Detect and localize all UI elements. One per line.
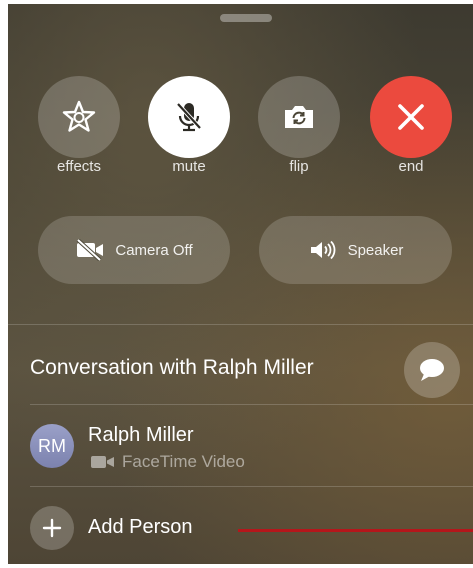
effects-button[interactable] [38,76,120,158]
speaker-wave-icon [310,240,335,260]
add-person-label[interactable]: Add Person [88,516,193,539]
mic-slash-icon [176,102,202,132]
mute-button[interactable] [148,76,230,158]
video-icon [91,456,114,468]
participant-name[interactable]: Ralph Miller [88,424,194,447]
close-icon [398,104,424,130]
end-call-button[interactable] [370,76,452,158]
speaker-button[interactable]: Speaker [259,216,452,284]
add-person-button[interactable] [30,506,74,550]
row-divider [30,486,473,487]
participant-status-label: FaceTime Video [122,452,245,471]
video-slash-icon [77,239,104,261]
message-bubble-icon [420,359,444,381]
avatar: RM [30,424,74,468]
annotation-line [238,529,473,532]
participant-status: FaceTime Video [90,452,245,472]
sheet-grabber[interactable] [220,14,272,22]
section-divider [8,324,473,325]
speaker-label: Speaker [347,241,404,259]
call-controls-panel: effects mute flip end Camera Off Speaker… [8,4,473,564]
camera-off-button[interactable]: Camera Off [38,216,230,284]
flip-label: flip [289,158,309,175]
camera-off-label: Camera Off [115,241,193,259]
camera-rotate-icon [285,106,313,128]
row-divider [30,404,473,405]
plus-icon [42,518,62,538]
flip-button[interactable] [258,76,340,158]
mute-label: mute [172,158,206,175]
conversation-title: Conversation with Ralph Miller [30,356,314,379]
end-label: end [398,158,424,175]
message-button[interactable] [404,342,460,398]
effects-label: effects [57,158,101,175]
effects-star-icon [62,100,96,132]
